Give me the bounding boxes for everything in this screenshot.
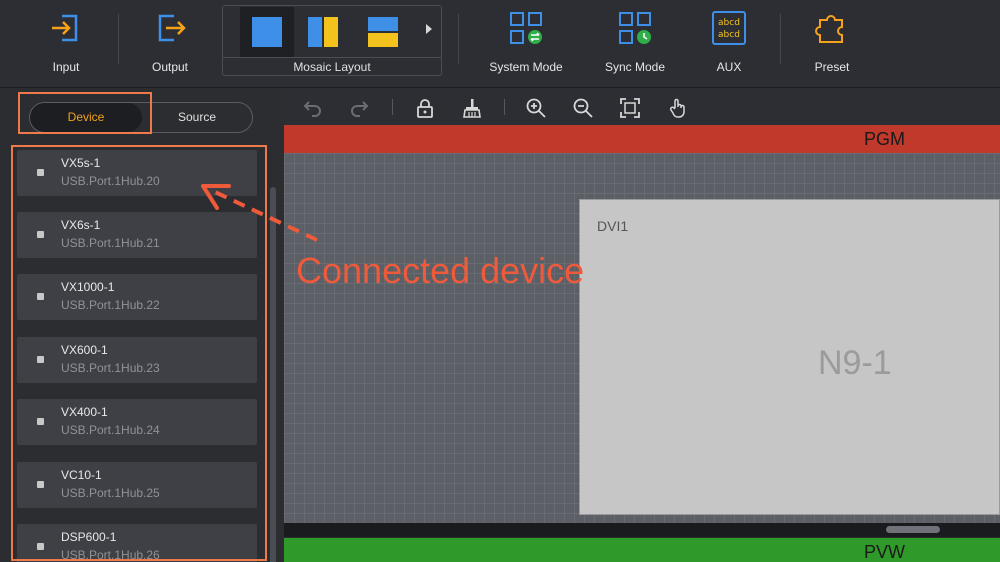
mosaic-more-arrow-icon[interactable] — [426, 24, 432, 34]
layout-vertical-split-icon — [308, 17, 338, 47]
hand-pointer-icon[interactable] — [667, 97, 689, 119]
tab-source[interactable]: Source — [142, 103, 252, 132]
layout-vertical-split-button[interactable] — [296, 7, 350, 57]
output-icon — [158, 14, 186, 42]
screen-layer[interactable]: DVI1 N9-1 — [579, 199, 1000, 515]
device-tab-highlight — [18, 92, 152, 134]
mosaic-tiles — [240, 7, 430, 57]
preset-button[interactable]: Preset — [804, 0, 860, 88]
input-button[interactable]: Input — [36, 0, 96, 88]
output-button[interactable]: Output — [140, 0, 200, 88]
aux-label: AUX — [716, 60, 742, 74]
device-panel: Device Source VX5s-1 USB.Port.1Hub.20 VX… — [0, 89, 280, 562]
zoom-out-icon[interactable] — [572, 97, 594, 119]
zoom-in-icon[interactable] — [525, 97, 547, 119]
pgm-label: PGM — [864, 129, 906, 149]
input-icon — [52, 14, 78, 42]
input-label: Input — [52, 60, 80, 74]
pgm-bar: PGM — [284, 125, 1000, 153]
pvw-bar: PVW — [284, 538, 1000, 562]
fit-screen-icon[interactable] — [619, 97, 641, 119]
undo-icon[interactable] — [302, 97, 324, 119]
lock-icon[interactable] — [414, 97, 436, 119]
mosaic-layout-group: Mosaic Layout — [222, 5, 442, 76]
toolbar-divider — [392, 99, 393, 115]
layout-single-button[interactable] — [240, 7, 294, 57]
sync-mode-label: Sync Mode — [604, 60, 666, 74]
toolbar-divider — [780, 14, 781, 64]
output-label: Output — [151, 60, 189, 74]
system-mode-label: System Mode — [489, 60, 563, 74]
aux-icon: abcd abcd — [712, 11, 746, 45]
redo-icon[interactable] — [348, 97, 370, 119]
toolbar-divider — [504, 99, 505, 115]
pvw-label: PVW — [864, 542, 906, 562]
mosaic-layout-label: Mosaic Layout — [223, 57, 441, 76]
toolbar-divider — [458, 14, 459, 64]
canvas-toolbar — [280, 89, 1000, 125]
scrollbar-thumb[interactable] — [886, 526, 940, 533]
preset-label: Preset — [814, 60, 850, 74]
layout-single-icon — [252, 17, 282, 47]
layout-horizontal-split-button[interactable] — [356, 7, 410, 57]
aux-icon-text: abcd — [718, 18, 740, 28]
canvas-horizontal-scrollbar[interactable] — [284, 523, 1000, 537]
puzzle-icon — [815, 15, 843, 43]
annotation-text: Connected device — [296, 250, 585, 291]
aux-button[interactable]: abcd abcd AUX — [704, 0, 754, 88]
sync-mode-icon — [619, 12, 651, 44]
main-toolbar: Input Output Mosaic Layout System Mode S… — [0, 0, 1000, 88]
aux-icon-text: abcd — [718, 30, 740, 40]
sync-mode-button[interactable]: Sync Mode — [596, 0, 674, 88]
system-mode-button[interactable]: System Mode — [484, 0, 568, 88]
system-mode-icon — [510, 12, 542, 44]
layout-horizontal-split-icon — [368, 17, 398, 47]
annotation-arrow-icon — [201, 184, 318, 242]
toolbar-divider — [118, 14, 119, 64]
app-window: Input Output Mosaic Layout System Mode S… — [0, 0, 1000, 562]
screen-name-label: N9-1 — [818, 344, 892, 382]
screen-input-label: DVI1 — [597, 218, 629, 234]
brush-clear-icon[interactable] — [461, 97, 483, 119]
